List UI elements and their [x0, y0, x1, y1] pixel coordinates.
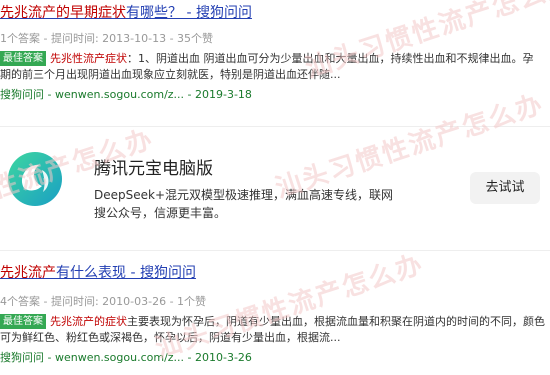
- divider: [0, 126, 550, 127]
- best-answer-badge: 最佳答案: [0, 51, 46, 66]
- search-result-1: 先兆流产的早期症状有哪些？ - 搜狗问问 1个答案 - 提问时间: 2013-1…: [0, 4, 550, 103]
- result-meta: 1个答案 - 提问时间: 2013-10-13 - 35个赞: [0, 32, 214, 45]
- result-source-link[interactable]: 搜狗问问 - wenwen.sogou.com/z... - 2019-3-18: [0, 87, 550, 103]
- divider: [0, 250, 550, 251]
- ad-description: DeepSeek+混元双模型极速推理，满血高速专线，联网搜公众号，信源更丰富。: [94, 188, 394, 220]
- best-answer-badge: 最佳答案: [0, 314, 46, 329]
- ad-card[interactable]: 腾讯元宝电脑版 DeepSeek+混元双模型极速推理，满血高速专线，联网搜公众号…: [0, 128, 550, 246]
- yuanbao-logo-icon: [6, 150, 64, 208]
- ad-title[interactable]: 腾讯元宝电脑版: [94, 154, 213, 179]
- result-title-rest: 有什么表现 - 搜狗问问: [56, 265, 196, 281]
- snippet-highlight: 先兆流产的症状: [50, 315, 127, 328]
- result-title-link[interactable]: 先兆流产有什么表现 - 搜狗问问: [0, 264, 550, 282]
- result-meta: 4个答案 - 提问时间: 2010-03-26 - 1个赞: [0, 295, 207, 308]
- try-button[interactable]: 去试试: [470, 172, 540, 204]
- result-snippet: 最佳答案 先兆流产的症状主要表现为怀孕后，阴道有少量出血，根据流血量和积聚在阴道内…: [0, 314, 550, 346]
- search-result-2: 先兆流产有什么表现 - 搜狗问问 4个答案 - 提问时间: 2010-03-26…: [0, 264, 550, 366]
- result-title-highlight: 先兆流产的早期症状: [0, 5, 126, 21]
- result-source-link[interactable]: 搜狗问问 - wenwen.sogou.com/z... - 2010-3-26: [0, 350, 550, 366]
- result-title-link[interactable]: 先兆流产的早期症状有哪些？ - 搜狗问问: [0, 4, 550, 22]
- result-title-highlight: 先兆流产: [0, 265, 56, 281]
- snippet-highlight: 先兆性流产症状: [50, 52, 127, 65]
- result-title-rest: 有哪些？ - 搜狗问问: [126, 5, 252, 21]
- result-snippet: 最佳答案 先兆性流产症状：1、阴道出血 阴道出血可分为少量出血和大量出血，持续性出…: [0, 51, 540, 83]
